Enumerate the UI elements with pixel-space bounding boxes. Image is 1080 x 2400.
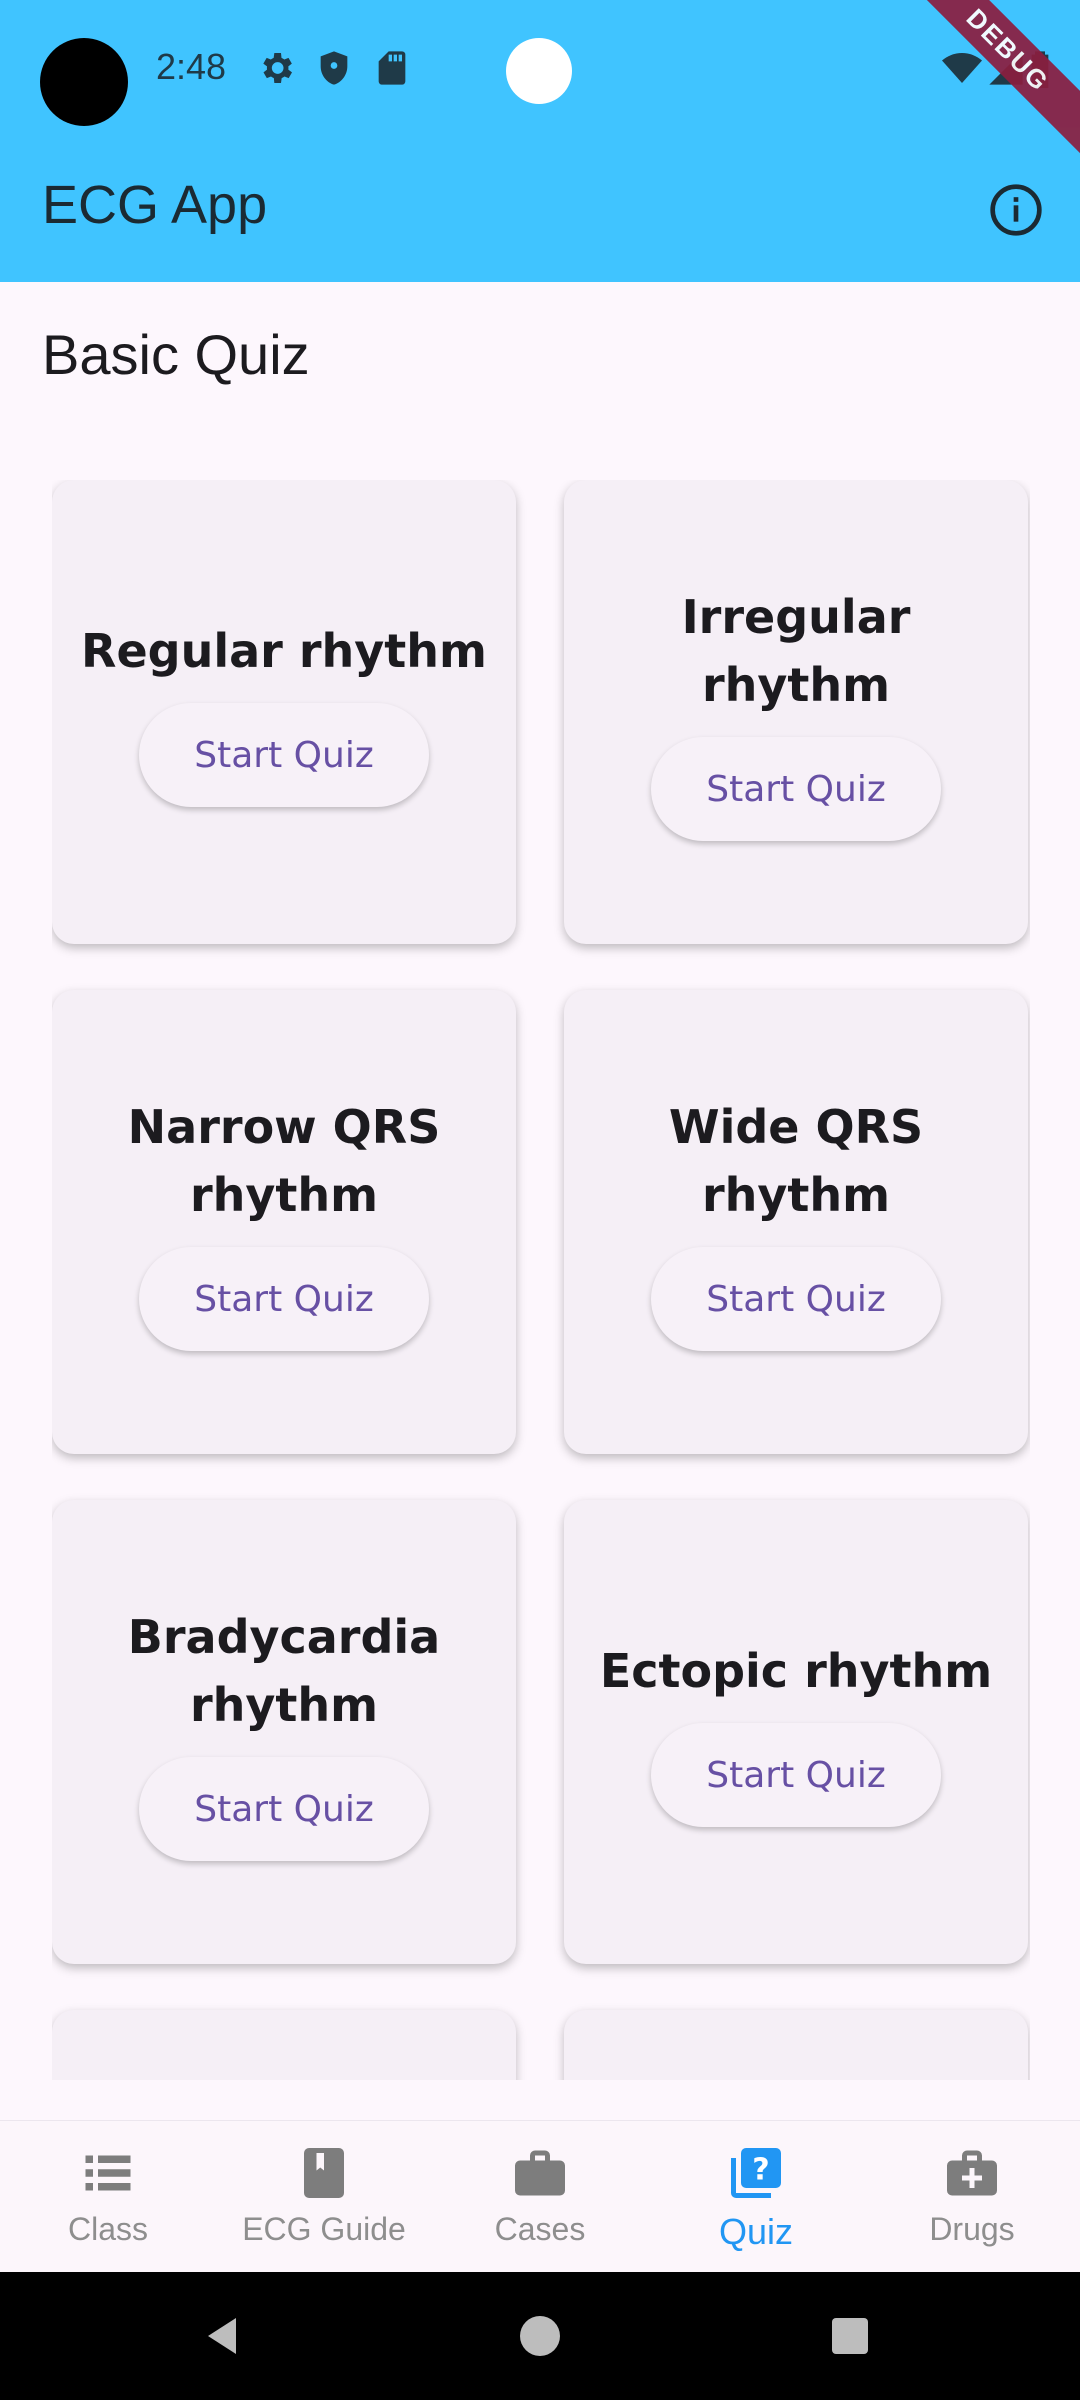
nav-item-drugs[interactable]: Drugs <box>864 2121 1080 2273</box>
camera-cutout <box>40 38 128 126</box>
app-header: 2:48 DEBUG ECG App <box>0 0 1080 282</box>
quiz-card-bradycardia: Bradycardia rhythm Start Quiz <box>52 1500 516 1964</box>
start-quiz-button[interactable]: Start Quiz <box>139 1247 429 1351</box>
camera-dot <box>506 38 572 104</box>
info-icon[interactable] <box>988 182 1044 238</box>
bottom-navigation: Class ECG Guide Cases ? Quiz Drugs <box>0 2120 1080 2273</box>
quiz-card-regular: Regular rhythm Start Quiz <box>52 480 516 944</box>
quiz-card-title: Wide QRS rhythm <box>668 1100 924 1222</box>
settings-icon <box>263 53 292 83</box>
status-time: 2:48 <box>156 46 227 87</box>
nav-label: Cases <box>494 2211 586 2247</box>
quiz-card-narrow-qrs: Narrow QRS rhythm Start Quiz <box>52 990 516 1454</box>
system-navigation-bar <box>0 2272 1080 2400</box>
page-title: Basic Quiz <box>42 323 310 386</box>
quiz-card-title: Narrow QRS rhythm <box>127 1100 441 1222</box>
sd-card-icon <box>378 51 406 85</box>
quiz-card-partial[interactable] <box>564 2010 1028 2080</box>
svg-text:?: ? <box>752 2152 769 2187</box>
recents-icon[interactable] <box>826 2312 874 2360</box>
quiz-card-title: Irregular rhythm <box>681 590 911 712</box>
list-icon <box>85 2155 131 2191</box>
nav-label: Quiz <box>718 2211 794 2252</box>
briefcase-icon <box>515 2150 565 2196</box>
wifi-icon <box>942 53 982 83</box>
quiz-card-ectopic: Ectopic rhythm Start Quiz <box>564 1500 1028 1964</box>
quiz-card-irregular: Irregular rhythm Start Quiz <box>564 480 1028 944</box>
nav-item-quiz[interactable]: ? Quiz <box>648 2121 864 2273</box>
book-icon <box>304 2148 344 2198</box>
quiz-card-title: Regular rhythm <box>81 624 487 678</box>
quiz-card-title: Bradycardia rhythm <box>127 1610 441 1732</box>
start-quiz-button[interactable]: Start Quiz <box>651 1723 941 1827</box>
start-quiz-button[interactable]: Start Quiz <box>651 1247 941 1351</box>
nav-item-ecg-guide[interactable]: ECG Guide <box>216 2121 432 2273</box>
back-icon[interactable] <box>200 2312 248 2360</box>
quiz-card-partial[interactable] <box>52 2010 516 2080</box>
nav-item-class[interactable]: Class <box>0 2121 216 2273</box>
start-quiz-button[interactable]: Start Quiz <box>139 1757 429 1861</box>
status-bar: 2:48 DEBUG <box>0 0 1080 158</box>
nav-label: Class <box>67 2211 148 2247</box>
quiz-grid: Regular rhythm Start Quiz Irregular rhyt… <box>52 480 1030 2080</box>
nav-label: Drugs <box>929 2211 1015 2247</box>
start-quiz-button[interactable]: Start Quiz <box>139 703 429 807</box>
shield-icon <box>320 51 348 85</box>
nav-item-cases[interactable]: Cases <box>432 2121 648 2273</box>
quiz-card-title: Ectopic rhythm <box>599 1644 993 1698</box>
app-title: ECG App <box>42 175 268 235</box>
home-icon[interactable] <box>516 2312 564 2360</box>
quiz-card-wide-qrs: Wide QRS rhythm Start Quiz <box>564 990 1028 1454</box>
quiz-icon: ? <box>731 2148 781 2198</box>
start-quiz-button[interactable]: Start Quiz <box>651 737 941 841</box>
nav-label: ECG Guide <box>242 2211 406 2247</box>
medical-bag-icon <box>947 2150 997 2196</box>
